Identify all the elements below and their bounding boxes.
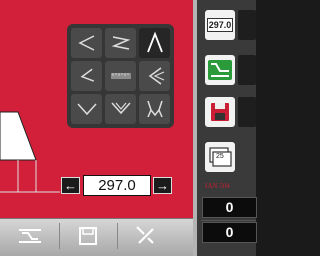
tool-double-chevron-down[interactable] [105,94,136,124]
counter-icon-label: 25 [216,153,224,160]
tool-zigzag[interactable] [105,28,136,58]
double-chevron-down-tool-icon [110,102,131,115]
green-layer-button[interactable] [205,55,235,85]
tools-icon [136,226,154,244]
counter-button[interactable]: 25 [205,142,235,172]
tool-double-chevron-left[interactable] [139,61,170,91]
chevron-down-tool-icon [76,103,97,116]
value-input[interactable]: 297.0 [83,175,151,196]
divider [201,220,256,221]
tools-button[interactable] [120,223,172,249]
toolbar-divider [59,223,60,249]
ruler-tool-icon [110,73,131,79]
right-panel: 297.0 25 IAN 504 0 0 [193,0,257,256]
tool-z-step[interactable] [71,61,102,91]
profile-shape [0,111,37,161]
bottom-toolbar [0,218,193,256]
tool-chevron-left[interactable] [71,28,102,58]
z-step-tool-icon [79,68,94,82]
save-disk-button[interactable] [205,97,235,127]
tool-caret-up[interactable] [139,28,170,58]
save-icon [211,103,229,121]
tool-claw[interactable] [139,94,170,124]
dimension-button[interactable]: 297.0 [205,10,235,40]
tool-ruler[interactable] [105,61,136,91]
main-panel: ← 297.0 → [0,0,193,218]
save-icon [79,227,97,245]
counter-display-2: 0 [202,222,257,243]
decrement-button[interactable]: ← [61,177,80,194]
tool-chevron-down[interactable] [71,94,102,124]
layer-icon [19,229,41,243]
counter-icon: 25 [209,147,232,167]
dimension-icon: 297.0 [206,18,234,32]
save-button[interactable] [62,223,114,249]
chevron-left-tool-icon [77,35,94,51]
increment-button[interactable]: → [153,177,172,194]
side-button[interactable] [238,97,256,127]
layer-button[interactable] [4,223,56,249]
side-button[interactable] [238,10,256,40]
claw-tool-icon [146,100,163,118]
side-button[interactable] [238,55,256,85]
caret-up-tool-icon [146,31,163,53]
tool-grid [67,24,174,128]
toolbar-divider [117,223,118,249]
ian-label: IAN 504 [205,182,230,190]
zigzag-tool-icon [110,36,131,50]
value-stepper: ← 297.0 → [61,175,173,196]
green-layer-icon [208,60,232,80]
double-chevron-left-tool-icon [148,67,164,85]
counter-display-1: 0 [202,197,257,218]
